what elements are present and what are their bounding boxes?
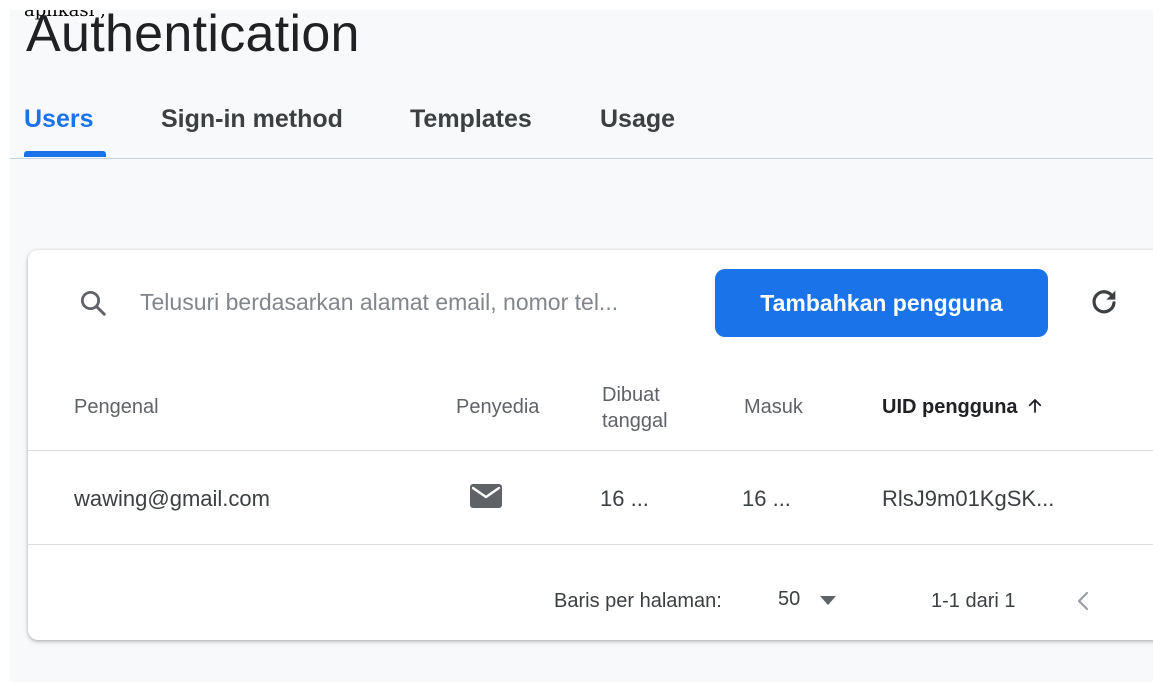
search-input[interactable] — [140, 284, 700, 320]
rows-per-page-value: 50 — [778, 588, 801, 610]
column-header-created-line1: Dibuat — [602, 384, 660, 406]
tab-usage[interactable]: Usage — [600, 105, 675, 134]
cell-created: 16 ... — [600, 486, 649, 511]
tab-bar: Users Sign-in method Templates Usage — [10, 98, 1153, 159]
cell-user-uid: RlsJ9m01KgSK... — [882, 486, 1055, 511]
column-header-user-uid[interactable]: UID pengguna — [882, 396, 1044, 419]
row-divider — [28, 544, 1153, 545]
mail-icon — [470, 484, 502, 508]
column-header-identifier[interactable]: Pengenal — [74, 396, 159, 419]
window-left-edge — [0, 0, 10, 682]
column-header-signed-in[interactable]: Masuk — [744, 396, 803, 419]
cell-identifier: wawing@gmail.com — [74, 486, 270, 511]
users-table-card: Tambahkan pengguna Pengenal Penyedia Dib… — [28, 250, 1153, 640]
column-header-created[interactable]: Dibuat tanggal — [602, 382, 668, 434]
chevron-left-icon[interactable] — [1073, 588, 1093, 614]
header-divider — [28, 450, 1153, 451]
active-tab-indicator — [24, 151, 106, 157]
cell-signed-in: 16 ... — [742, 486, 791, 511]
page: aplikasi , Authentication Users Sign-in … — [0, 0, 1153, 682]
search-icon — [81, 291, 106, 316]
refresh-icon[interactable] — [1088, 286, 1120, 318]
column-header-provider[interactable]: Penyedia — [456, 396, 539, 419]
firebase-console-main: aplikasi , Authentication Users Sign-in … — [10, 10, 1153, 682]
pagination-range: 1-1 dari 1 — [931, 590, 1016, 612]
rows-per-page-label: Baris per halaman: — [554, 590, 722, 612]
column-header-created-line2: tanggal — [602, 410, 668, 432]
sort-ascending-icon — [1028, 399, 1041, 413]
rows-per-page-select[interactable]: 50 — [774, 584, 854, 618]
add-user-button[interactable]: Tambahkan pengguna — [715, 269, 1048, 337]
window-top-edge — [0, 0, 1153, 10]
tab-sign-in-method[interactable]: Sign-in method — [161, 105, 343, 134]
tab-users[interactable]: Users — [24, 105, 94, 134]
page-title: Authentication — [26, 10, 360, 63]
chevron-down-icon — [820, 596, 836, 605]
tab-templates[interactable]: Templates — [410, 105, 532, 134]
column-header-user-uid-label: UID pengguna — [882, 396, 1018, 418]
